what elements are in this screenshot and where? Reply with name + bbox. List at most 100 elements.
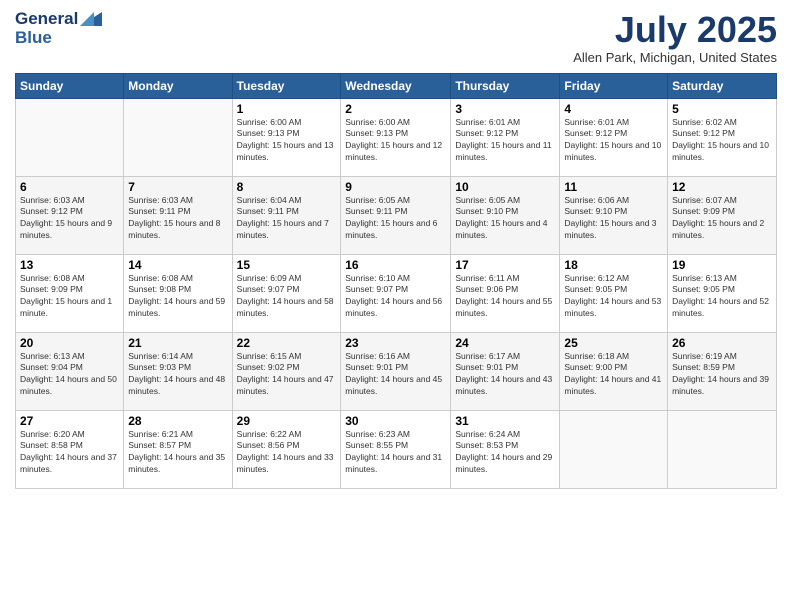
- calendar-cell: 4Sunrise: 6:01 AMSunset: 9:12 PMDaylight…: [560, 98, 668, 176]
- day-info: Sunrise: 6:02 AMSunset: 9:12 PMDaylight:…: [672, 117, 772, 165]
- calendar-cell: 9Sunrise: 6:05 AMSunset: 9:11 PMDaylight…: [341, 176, 451, 254]
- calendar-cell: 7Sunrise: 6:03 AMSunset: 9:11 PMDaylight…: [124, 176, 232, 254]
- weekday-header-sunday: Sunday: [16, 73, 124, 98]
- day-info: Sunrise: 6:17 AMSunset: 9:01 PMDaylight:…: [455, 351, 555, 399]
- day-info: Sunrise: 6:20 AMSunset: 8:58 PMDaylight:…: [20, 429, 119, 477]
- day-info: Sunrise: 6:01 AMSunset: 9:12 PMDaylight:…: [564, 117, 663, 165]
- calendar-week-row: 27Sunrise: 6:20 AMSunset: 8:58 PMDayligh…: [16, 410, 777, 488]
- day-number: 31: [455, 414, 555, 428]
- calendar-cell: 12Sunrise: 6:07 AMSunset: 9:09 PMDayligh…: [668, 176, 777, 254]
- calendar-cell: 1Sunrise: 6:00 AMSunset: 9:13 PMDaylight…: [232, 98, 341, 176]
- calendar-cell: 24Sunrise: 6:17 AMSunset: 9:01 PMDayligh…: [451, 332, 560, 410]
- day-info: Sunrise: 6:01 AMSunset: 9:12 PMDaylight:…: [455, 117, 555, 165]
- calendar-cell: 10Sunrise: 6:05 AMSunset: 9:10 PMDayligh…: [451, 176, 560, 254]
- day-number: 9: [345, 180, 446, 194]
- calendar-cell: [16, 98, 124, 176]
- page: General Blue July 2025 Allen Park, Michi…: [0, 0, 792, 612]
- weekday-header-tuesday: Tuesday: [232, 73, 341, 98]
- day-number: 15: [237, 258, 337, 272]
- day-number: 10: [455, 180, 555, 194]
- day-info: Sunrise: 6:04 AMSunset: 9:11 PMDaylight:…: [237, 195, 337, 243]
- calendar-cell: [560, 410, 668, 488]
- day-number: 16: [345, 258, 446, 272]
- day-number: 3: [455, 102, 555, 116]
- calendar-cell: 19Sunrise: 6:13 AMSunset: 9:05 PMDayligh…: [668, 254, 777, 332]
- calendar-cell: 2Sunrise: 6:00 AMSunset: 9:13 PMDaylight…: [341, 98, 451, 176]
- day-number: 17: [455, 258, 555, 272]
- calendar-week-row: 6Sunrise: 6:03 AMSunset: 9:12 PMDaylight…: [16, 176, 777, 254]
- day-info: Sunrise: 6:13 AMSunset: 9:05 PMDaylight:…: [672, 273, 772, 321]
- day-info: Sunrise: 6:18 AMSunset: 9:00 PMDaylight:…: [564, 351, 663, 399]
- day-info: Sunrise: 6:00 AMSunset: 9:13 PMDaylight:…: [237, 117, 337, 165]
- calendar-cell: 14Sunrise: 6:08 AMSunset: 9:08 PMDayligh…: [124, 254, 232, 332]
- day-info: Sunrise: 6:15 AMSunset: 9:02 PMDaylight:…: [237, 351, 337, 399]
- day-number: 6: [20, 180, 119, 194]
- day-number: 13: [20, 258, 119, 272]
- calendar-cell: 15Sunrise: 6:09 AMSunset: 9:07 PMDayligh…: [232, 254, 341, 332]
- logo-text-blue: Blue: [15, 29, 52, 48]
- calendar-cell: 17Sunrise: 6:11 AMSunset: 9:06 PMDayligh…: [451, 254, 560, 332]
- calendar-cell: 27Sunrise: 6:20 AMSunset: 8:58 PMDayligh…: [16, 410, 124, 488]
- day-info: Sunrise: 6:03 AMSunset: 9:12 PMDaylight:…: [20, 195, 119, 243]
- day-info: Sunrise: 6:23 AMSunset: 8:55 PMDaylight:…: [345, 429, 446, 477]
- day-info: Sunrise: 6:22 AMSunset: 8:56 PMDaylight:…: [237, 429, 337, 477]
- weekday-header-monday: Monday: [124, 73, 232, 98]
- day-info: Sunrise: 6:21 AMSunset: 8:57 PMDaylight:…: [128, 429, 227, 477]
- calendar-week-row: 13Sunrise: 6:08 AMSunset: 9:09 PMDayligh…: [16, 254, 777, 332]
- day-number: 19: [672, 258, 772, 272]
- calendar-cell: 28Sunrise: 6:21 AMSunset: 8:57 PMDayligh…: [124, 410, 232, 488]
- day-info: Sunrise: 6:08 AMSunset: 9:09 PMDaylight:…: [20, 273, 119, 321]
- day-number: 30: [345, 414, 446, 428]
- calendar-cell: 31Sunrise: 6:24 AMSunset: 8:53 PMDayligh…: [451, 410, 560, 488]
- calendar-cell: 11Sunrise: 6:06 AMSunset: 9:10 PMDayligh…: [560, 176, 668, 254]
- day-number: 12: [672, 180, 772, 194]
- day-number: 11: [564, 180, 663, 194]
- day-info: Sunrise: 6:08 AMSunset: 9:08 PMDaylight:…: [128, 273, 227, 321]
- day-number: 8: [237, 180, 337, 194]
- day-number: 14: [128, 258, 227, 272]
- calendar-cell: 30Sunrise: 6:23 AMSunset: 8:55 PMDayligh…: [341, 410, 451, 488]
- calendar-cell: 20Sunrise: 6:13 AMSunset: 9:04 PMDayligh…: [16, 332, 124, 410]
- calendar-cell: 6Sunrise: 6:03 AMSunset: 9:12 PMDaylight…: [16, 176, 124, 254]
- day-number: 2: [345, 102, 446, 116]
- calendar-cell: 23Sunrise: 6:16 AMSunset: 9:01 PMDayligh…: [341, 332, 451, 410]
- day-info: Sunrise: 6:06 AMSunset: 9:10 PMDaylight:…: [564, 195, 663, 243]
- calendar-week-row: 1Sunrise: 6:00 AMSunset: 9:13 PMDaylight…: [16, 98, 777, 176]
- day-info: Sunrise: 6:12 AMSunset: 9:05 PMDaylight:…: [564, 273, 663, 321]
- day-info: Sunrise: 6:14 AMSunset: 9:03 PMDaylight:…: [128, 351, 227, 399]
- calendar-cell: 16Sunrise: 6:10 AMSunset: 9:07 PMDayligh…: [341, 254, 451, 332]
- calendar-cell: 13Sunrise: 6:08 AMSunset: 9:09 PMDayligh…: [16, 254, 124, 332]
- calendar-cell: 29Sunrise: 6:22 AMSunset: 8:56 PMDayligh…: [232, 410, 341, 488]
- calendar-cell: 3Sunrise: 6:01 AMSunset: 9:12 PMDaylight…: [451, 98, 560, 176]
- title-block: July 2025 Allen Park, Michigan, United S…: [573, 10, 777, 65]
- location: Allen Park, Michigan, United States: [573, 50, 777, 65]
- day-number: 5: [672, 102, 772, 116]
- day-number: 1: [237, 102, 337, 116]
- calendar-cell: 18Sunrise: 6:12 AMSunset: 9:05 PMDayligh…: [560, 254, 668, 332]
- day-number: 26: [672, 336, 772, 350]
- day-info: Sunrise: 6:03 AMSunset: 9:11 PMDaylight:…: [128, 195, 227, 243]
- weekday-header-wednesday: Wednesday: [341, 73, 451, 98]
- calendar-cell: [668, 410, 777, 488]
- logo-icon: [80, 8, 102, 26]
- day-number: 23: [345, 336, 446, 350]
- day-number: 29: [237, 414, 337, 428]
- day-info: Sunrise: 6:07 AMSunset: 9:09 PMDaylight:…: [672, 195, 772, 243]
- calendar-table: SundayMondayTuesdayWednesdayThursdayFrid…: [15, 73, 777, 489]
- calendar-cell: 8Sunrise: 6:04 AMSunset: 9:11 PMDaylight…: [232, 176, 341, 254]
- calendar-cell: 22Sunrise: 6:15 AMSunset: 9:02 PMDayligh…: [232, 332, 341, 410]
- day-info: Sunrise: 6:10 AMSunset: 9:07 PMDaylight:…: [345, 273, 446, 321]
- calendar-cell: 21Sunrise: 6:14 AMSunset: 9:03 PMDayligh…: [124, 332, 232, 410]
- day-number: 28: [128, 414, 227, 428]
- calendar-week-row: 20Sunrise: 6:13 AMSunset: 9:04 PMDayligh…: [16, 332, 777, 410]
- weekday-header-saturday: Saturday: [668, 73, 777, 98]
- day-info: Sunrise: 6:00 AMSunset: 9:13 PMDaylight:…: [345, 117, 446, 165]
- day-number: 7: [128, 180, 227, 194]
- day-info: Sunrise: 6:09 AMSunset: 9:07 PMDaylight:…: [237, 273, 337, 321]
- logo: General Blue: [15, 10, 102, 47]
- calendar-cell: 25Sunrise: 6:18 AMSunset: 9:00 PMDayligh…: [560, 332, 668, 410]
- day-number: 20: [20, 336, 119, 350]
- day-number: 22: [237, 336, 337, 350]
- day-number: 4: [564, 102, 663, 116]
- header: General Blue July 2025 Allen Park, Michi…: [15, 10, 777, 65]
